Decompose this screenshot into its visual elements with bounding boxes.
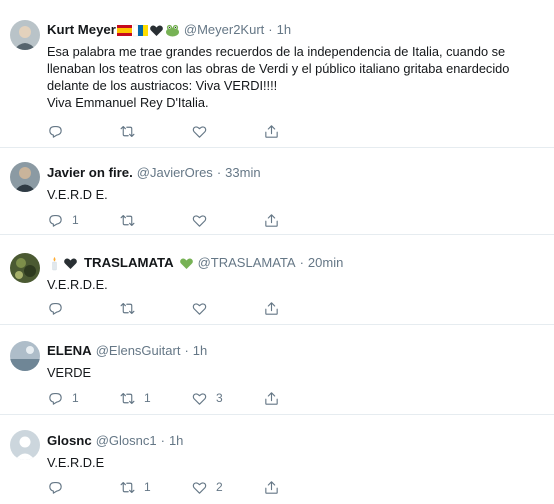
tweet-header: Javier on fire. @JavierOres · 33min — [47, 164, 538, 182]
separator-dot: · — [268, 22, 273, 37]
heart-icon — [192, 481, 207, 494]
retweet-button[interactable]: 1 — [119, 479, 191, 496]
retweet-button[interactable] — [119, 123, 191, 140]
candle-icon — [47, 256, 62, 271]
heart-icon — [192, 302, 207, 315]
tweet[interactable]: TRASLAMATA @TRASLAMATA · 20min V.E.R.D.E… — [0, 235, 554, 325]
timestamp[interactable]: 1h — [169, 432, 183, 450]
avatar[interactable] — [10, 162, 40, 192]
reply-button[interactable]: 1 — [47, 212, 119, 229]
timestamp[interactable]: 20min — [308, 254, 343, 272]
share-button[interactable] — [263, 300, 335, 317]
like-button[interactable] — [191, 123, 263, 140]
reply-icon — [49, 125, 62, 138]
reply-button[interactable] — [47, 300, 119, 317]
heart-icon — [192, 214, 207, 227]
user-handle[interactable]: @Glosnc1 — [96, 432, 157, 450]
display-name[interactable]: Kurt Meyer — [47, 21, 116, 39]
share-icon — [265, 391, 278, 405]
tweet[interactable]: Glosnc @Glosnc1 · 1h V.E.R.D.E 1 2 — [0, 415, 554, 504]
reply-button[interactable] — [47, 123, 119, 140]
tweet-header: Glosnc @Glosnc1 · 1h — [47, 432, 538, 450]
tweet-actions: 1 2 — [47, 478, 335, 496]
share-button[interactable] — [263, 390, 335, 407]
avatar[interactable] — [10, 341, 40, 371]
reply-icon — [49, 481, 62, 494]
like-button[interactable]: 2 — [191, 479, 263, 496]
frog-icon — [165, 23, 180, 38]
separator-dot: · — [216, 165, 222, 180]
timestamp[interactable]: 33min — [225, 164, 260, 182]
tweet-text: V.E.R.D E. — [47, 187, 108, 202]
black-heart-icon — [63, 256, 78, 271]
tweet[interactable]: Javier on fire. @JavierOres · 33min V.E.… — [0, 148, 554, 235]
retweet-button[interactable] — [119, 212, 191, 229]
reply-button[interactable] — [47, 479, 119, 496]
user-handle[interactable]: @TRASLAMATA — [198, 254, 296, 272]
timestamp[interactable]: 1h — [277, 21, 291, 39]
heart-icon — [192, 392, 207, 405]
tweet-actions — [47, 122, 335, 140]
black-heart-icon — [149, 23, 164, 38]
retweet-icon — [120, 125, 135, 137]
share-icon — [265, 213, 278, 227]
tweet-header: Kurt Meyer @Meyer2Kurt · 1h — [47, 21, 538, 39]
like-button[interactable] — [191, 300, 263, 317]
tweet-text: VERDE — [47, 365, 92, 380]
avatar[interactable] — [10, 20, 40, 50]
user-handle[interactable]: @Meyer2Kurt — [184, 21, 264, 39]
heart-icon — [192, 125, 207, 138]
retweet-icon — [120, 481, 135, 493]
tweet-text: V.E.R.D.E — [47, 455, 105, 470]
like-button[interactable]: 3 — [191, 390, 263, 407]
reply-button[interactable]: 1 — [47, 390, 119, 407]
separator-dot: · — [299, 255, 304, 270]
user-handle[interactable]: @JavierOres — [137, 164, 213, 182]
retweet-icon — [120, 392, 135, 404]
like-count: 2 — [216, 480, 223, 494]
tweet-header: ELENA @ElensGuitart · 1h — [47, 342, 538, 360]
retweet-icon — [120, 302, 135, 314]
display-name[interactable]: TRASLAMATA — [84, 254, 174, 272]
display-name[interactable]: Javier on fire. — [47, 164, 133, 182]
timestamp[interactable]: 1h — [193, 342, 207, 360]
tweet-text: V.E.R.D.E. — [47, 277, 108, 292]
like-count: 3 — [216, 391, 223, 405]
user-handle[interactable]: @ElensGuitart — [96, 342, 181, 360]
reply-icon — [49, 214, 62, 227]
retweet-button[interactable] — [119, 300, 191, 317]
reply-count: 1 — [72, 391, 79, 405]
tweet-actions: 1 1 3 — [47, 389, 335, 407]
spain-flag-icon — [116, 23, 132, 38]
tweet-header: TRASLAMATA @TRASLAMATA · 20min — [47, 254, 538, 272]
display-name[interactable]: Glosnc — [47, 432, 92, 450]
canary-islands-flag-icon — [132, 23, 148, 38]
separator-dot: · — [184, 343, 189, 358]
tweet[interactable]: ELENA @ElensGuitart · 1h VERDE 1 1 3 — [0, 325, 554, 415]
green-heart-icon — [179, 256, 194, 271]
share-icon — [265, 480, 278, 494]
share-button[interactable] — [263, 479, 335, 496]
tweet-feed: Kurt Meyer @Meyer2Kurt · 1h Esa palabra … — [0, 0, 554, 504]
retweet-count: 1 — [144, 391, 151, 405]
separator-dot: · — [160, 433, 165, 448]
reply-icon — [49, 392, 62, 405]
reply-icon — [49, 302, 62, 315]
reply-count: 1 — [72, 213, 79, 227]
share-icon — [265, 124, 278, 138]
retweet-icon — [120, 214, 135, 226]
tweet-text: Esa palabra me trae grandes recuerdos de… — [47, 44, 510, 110]
share-icon — [265, 301, 278, 315]
tweet-actions: 1 — [47, 211, 335, 229]
tweet-actions — [47, 299, 335, 317]
tweet[interactable]: Kurt Meyer @Meyer2Kurt · 1h Esa palabra … — [0, 0, 554, 148]
avatar[interactable] — [10, 253, 40, 283]
display-name[interactable]: ELENA — [47, 342, 92, 360]
share-button[interactable] — [263, 123, 335, 140]
avatar[interactable] — [10, 430, 40, 460]
share-button[interactable] — [263, 212, 335, 229]
like-button[interactable] — [191, 212, 263, 229]
retweet-button[interactable]: 1 — [119, 390, 191, 407]
retweet-count: 1 — [144, 480, 151, 494]
